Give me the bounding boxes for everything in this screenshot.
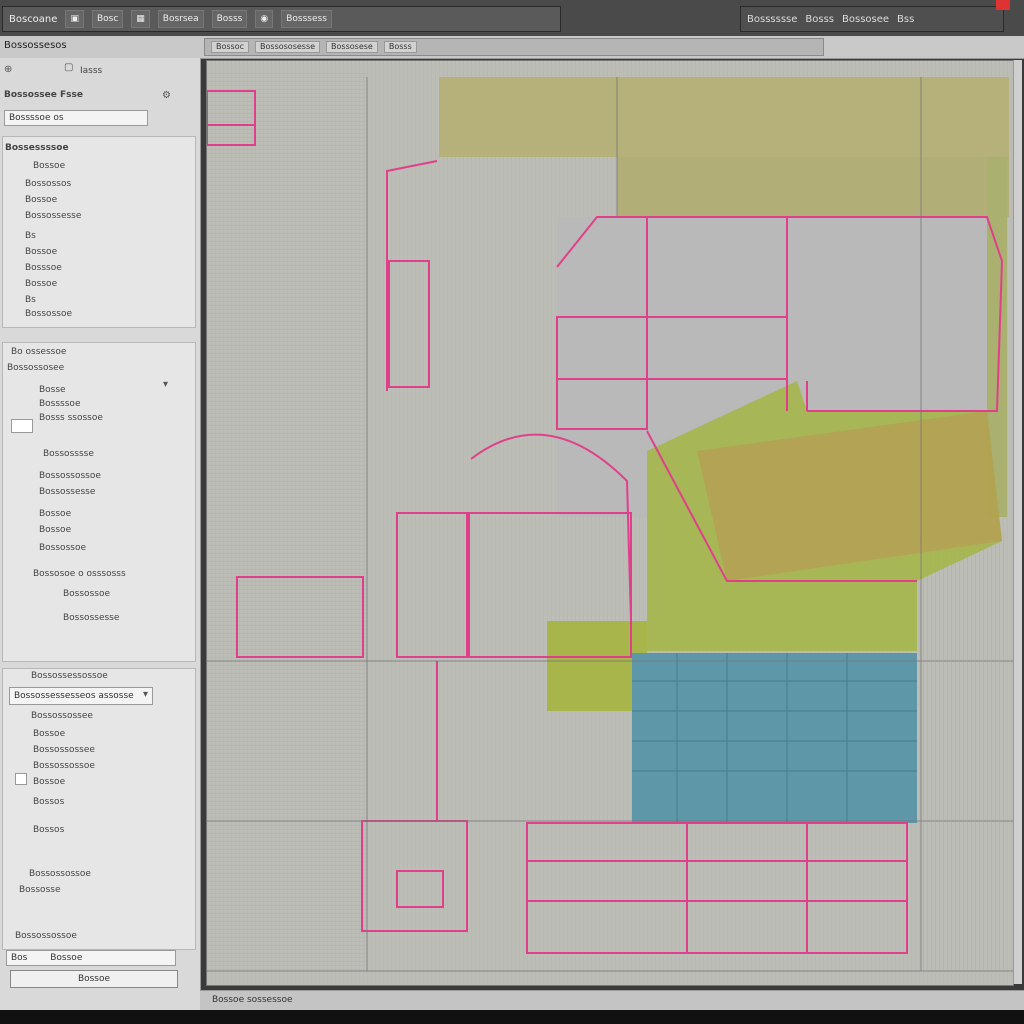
list-item[interactable]: Bs	[25, 231, 36, 241]
tab[interactable]: Bossoc	[211, 41, 250, 53]
list-item[interactable]: Bosss ssossoe	[39, 413, 103, 423]
document-bar: Bossossesos Bossoc Bossososesse Bossoses…	[0, 36, 1024, 59]
section-title: Bo ossessoe	[11, 347, 67, 357]
document-tabs: Bossoc Bossososesse Bossosese Bosss	[204, 38, 824, 56]
document-title: Bossossesos	[4, 40, 67, 51]
list-item[interactable]: Bosse	[39, 385, 66, 395]
file-field[interactable]: Bossssoe os	[4, 110, 148, 126]
menu-item[interactable]: Bosss	[805, 14, 834, 25]
drawing-canvas[interactable]	[206, 60, 1014, 986]
hatched-area	[207, 71, 367, 971]
close-button[interactable]	[996, 0, 1010, 10]
list-item[interactable]: Bossossoe	[39, 543, 86, 553]
list-item[interactable]: Bossossoe	[63, 589, 110, 599]
zone-olive-top	[439, 77, 1009, 157]
floor-plan	[207, 61, 1013, 985]
app-title: Boscoane	[9, 13, 58, 25]
zone-olive	[617, 157, 1009, 217]
zone-blue	[632, 653, 917, 823]
menu-item[interactable]: Bosssssse	[747, 14, 797, 25]
list-item[interactable]: Bossoe	[25, 247, 57, 257]
status-text: Bossoe sossessoe	[212, 995, 293, 1005]
menu-item[interactable]: Bss	[897, 14, 914, 25]
list-item[interactable]: Bossoe	[39, 525, 71, 535]
style-dropdown[interactable]: Bossossessesseos assosse	[9, 687, 153, 705]
globe-icon[interactable]: ◉	[255, 10, 274, 28]
menu-item[interactable]: Bosss	[211, 10, 248, 28]
list-item[interactable]: Bossoe	[25, 279, 57, 289]
panel-icon[interactable]: ▢	[64, 62, 73, 73]
list-item[interactable]: Bossossossoe	[15, 931, 77, 941]
checkbox[interactable]	[15, 773, 27, 785]
tab[interactable]: Bossososesse	[255, 41, 321, 53]
tab[interactable]: Bossosese	[326, 41, 378, 53]
properties-panel: ⊕ ▢ Iasss Bossossee Fsse ⚙ Bossssoe os B…	[0, 58, 201, 1010]
section-title: Bossossessossoe	[31, 671, 108, 681]
section-subtitle: Bossossossee	[31, 711, 93, 721]
status-bar: Bossoe sossessoe	[200, 990, 1024, 1011]
list-item[interactable]: Bossos	[33, 825, 64, 835]
menu-item[interactable]: Bosssess	[281, 10, 332, 28]
menu-item[interactable]: Bossosee	[842, 14, 889, 25]
main-toolbar: Boscoane ▣ Bosc ▦ Bosrsea Bosss ◉ Bossse…	[2, 6, 561, 32]
list-item[interactable]: Bossossossoe	[29, 869, 91, 879]
settings-icon[interactable]: ⚙	[162, 90, 171, 101]
section-subtitle: Bossossosee	[7, 363, 65, 373]
section-objects: Bo ossessoe Bossossosee Bosse Bossssoe B…	[2, 342, 196, 662]
list-item[interactable]: Bossossesse	[39, 487, 95, 497]
list-item[interactable]: Bossosoe o osssosss	[33, 569, 126, 579]
title-bar: Boscoane ▣ Bosc ▦ Bosrsea Bosss ◉ Bossse…	[0, 0, 1024, 37]
list-item[interactable]: Bs	[25, 295, 36, 305]
vertical-scrollbar[interactable]	[1013, 60, 1022, 984]
properties-title: Bossossee Fsse	[4, 90, 83, 100]
menu-item[interactable]: Bosc	[91, 10, 124, 28]
list-item[interactable]: Bossossossoe	[39, 471, 101, 481]
list-item[interactable]: Bossosssse	[43, 449, 94, 459]
apply-button[interactable]: Bossoe	[10, 970, 178, 988]
save-icon[interactable]: ▣	[65, 10, 84, 28]
list-item[interactable]: Bossossossoe	[33, 761, 95, 771]
tab[interactable]: Bosss	[383, 41, 417, 53]
field-label: Bos	[11, 953, 28, 963]
list-item[interactable]: Bossossoe	[25, 309, 72, 319]
list-item[interactable]: Bossoe	[33, 161, 65, 171]
hatched-strip	[921, 541, 1007, 971]
section-styles: Bossossessossoe Bossossessesseos assosse…	[2, 668, 196, 950]
list-item[interactable]: Bossossossee	[33, 745, 95, 755]
section-layers: Bossessssoe Bossoe Bossossos Bossoe Boss…	[2, 136, 196, 328]
list-item[interactable]: Bossosse	[19, 885, 60, 895]
list-item[interactable]: Bossossesse	[63, 613, 119, 623]
right-toolbar: Bosssssse Bosss Bossosee Bss	[740, 6, 1004, 32]
section-title: Bossessssoe	[5, 143, 69, 153]
swatch[interactable]	[11, 419, 33, 433]
grid-icon[interactable]: ▦	[131, 10, 150, 28]
menu-item[interactable]: Bosrsea	[157, 10, 204, 28]
panel-header: Iasss	[80, 66, 103, 76]
list-item[interactable]: Bossssoe	[39, 399, 80, 409]
list-item[interactable]: Bossos	[33, 797, 64, 807]
list-item[interactable]: Bossoe	[33, 777, 65, 787]
pin-icon[interactable]: ⊕	[4, 64, 12, 75]
list-item[interactable]: Bossoe	[39, 509, 71, 519]
chevron-down-icon[interactable]: ▾	[143, 689, 148, 700]
list-item[interactable]: Bossoe	[33, 729, 65, 739]
list-item[interactable]: Bosssoe	[25, 263, 62, 273]
expand-icon[interactable]: ▾	[163, 379, 168, 390]
list-item[interactable]: Bossossos	[25, 179, 71, 189]
field-value: Bossoe	[50, 953, 83, 963]
bottom-field[interactable]: Bos Bossoe	[6, 950, 176, 966]
taskbar	[0, 1010, 1024, 1024]
list-item[interactable]: Bossoe	[25, 195, 57, 205]
list-item[interactable]: Bossossesse	[25, 211, 81, 221]
